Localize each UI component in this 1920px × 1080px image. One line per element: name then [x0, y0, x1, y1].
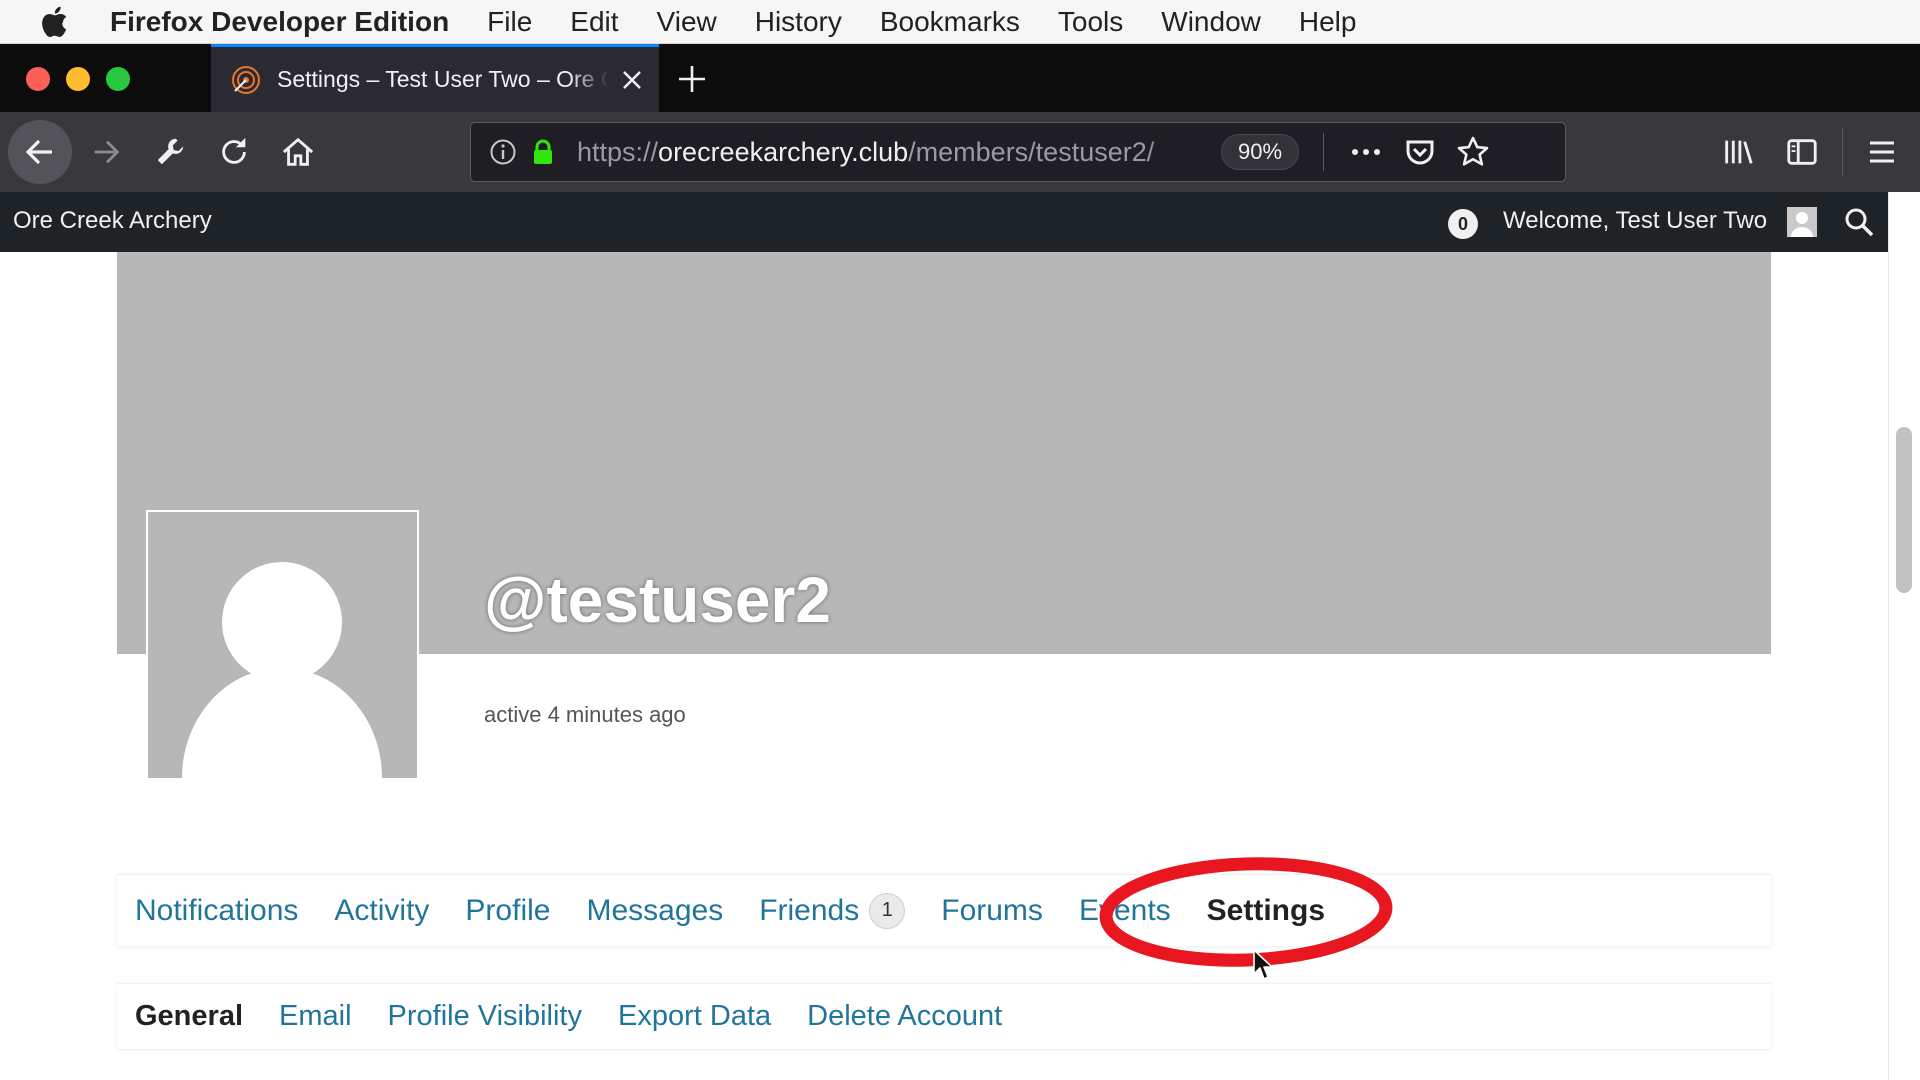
menu-history[interactable]: History	[755, 6, 842, 38]
site-info-icon[interactable]	[489, 138, 517, 166]
menu-view[interactable]: View	[657, 6, 717, 38]
app-name-menu[interactable]: Firefox Developer Edition	[110, 6, 449, 38]
profile-primary-nav: Notifications Activity Profile Messages …	[117, 874, 1771, 946]
page-scrollbar-track[interactable]	[1888, 192, 1920, 1080]
search-icon[interactable]	[1843, 206, 1875, 238]
wrench-icon	[157, 138, 184, 165]
menu-help[interactable]: Help	[1299, 6, 1357, 38]
mouse-pointer-icon	[1253, 949, 1273, 980]
nav-activity[interactable]: Activity	[334, 894, 429, 928]
page-actions-more-icon[interactable]	[1348, 138, 1384, 166]
menu-edit[interactable]: Edit	[570, 6, 618, 38]
menu-bookmarks[interactable]: Bookmarks	[880, 6, 1020, 38]
window-close-button[interactable]	[26, 67, 50, 91]
navigation-toolbar: https://orecreekarchery.club/members/tes…	[0, 112, 1920, 192]
application-menu-button[interactable]	[1862, 132, 1902, 172]
user-silhouette-icon	[1791, 212, 1813, 237]
nav-events[interactable]: Events	[1079, 894, 1171, 928]
sidebar-toggle-button[interactable]	[1782, 132, 1822, 172]
forward-arrow-icon	[94, 140, 120, 164]
default-avatar-silhouette-icon	[182, 562, 382, 778]
nav-friends-label: Friends	[759, 893, 860, 927]
nav-notifications[interactable]: Notifications	[135, 894, 298, 928]
nav-messages[interactable]: Messages	[586, 894, 723, 928]
url-text[interactable]: https://orecreekarchery.club/members/tes…	[577, 137, 1197, 168]
nav-friends[interactable]: Friends 1	[759, 892, 906, 929]
zoom-level-indicator[interactable]: 90%	[1221, 134, 1300, 170]
home-button[interactable]	[278, 132, 318, 172]
subnav-email[interactable]: Email	[279, 1000, 352, 1033]
active-tab[interactable]: Settings – Test User Two – Ore Creek Arc…	[211, 44, 659, 112]
apple-logo-icon[interactable]	[38, 4, 74, 40]
library-icon	[1725, 140, 1753, 164]
back-arrow-icon	[25, 139, 52, 165]
subnav-profile-visibility[interactable]: Profile Visibility	[388, 1000, 582, 1033]
developer-tools-button[interactable]	[150, 132, 190, 172]
nav-settings[interactable]: Settings	[1207, 894, 1325, 928]
nav-forums[interactable]: Forums	[941, 894, 1043, 928]
settings-sub-nav: General Email Profile Visibility Export …	[117, 983, 1771, 1049]
tab-title: Settings – Test User Two – Ore Creek Arc…	[277, 66, 609, 92]
pocket-icon[interactable]	[1404, 136, 1436, 168]
page-scrollbar-thumb[interactable]	[1896, 427, 1912, 593]
new-tab-plus-icon[interactable]	[676, 63, 708, 95]
window-minimize-button[interactable]	[66, 67, 90, 91]
url-host: orecreekarchery.club	[658, 136, 909, 167]
site-name-link[interactable]: Ore Creek Archery	[13, 207, 212, 235]
macos-menu-bar: Firefox Developer Edition File Edit View…	[0, 0, 1920, 44]
profile-username: @testuser2	[484, 564, 831, 636]
archery-target-favicon-icon	[232, 65, 260, 94]
window-zoom-button[interactable]	[106, 67, 130, 91]
sidebar-icon	[1787, 139, 1817, 165]
admin-bar-avatar[interactable]	[1787, 207, 1817, 237]
notification-count-badge[interactable]: 0	[1448, 209, 1478, 239]
back-button[interactable]	[8, 120, 72, 184]
nav-profile[interactable]: Profile	[465, 894, 550, 928]
menu-window[interactable]: Window	[1161, 6, 1261, 38]
home-icon	[282, 137, 314, 166]
forward-button[interactable]	[86, 132, 126, 172]
url-scheme: https://	[577, 136, 659, 167]
hamburger-menu-icon	[1870, 141, 1894, 163]
url-bar[interactable]: https://orecreekarchery.club/members/tes…	[470, 122, 1566, 182]
tab-strip: Settings – Test User Two – Ore Creek Arc…	[0, 44, 1920, 112]
menu-file[interactable]: File	[487, 6, 532, 38]
secure-lock-icon[interactable]	[529, 138, 557, 166]
welcome-user-link[interactable]: Welcome, Test User Two	[1503, 207, 1767, 235]
reload-icon	[222, 137, 246, 164]
profile-avatar[interactable]	[146, 510, 419, 780]
toolbar-separator	[1842, 128, 1843, 176]
url-path: /members/testuser2/	[908, 136, 1155, 167]
subnav-general[interactable]: General	[135, 1000, 243, 1033]
close-tab-icon[interactable]	[619, 67, 645, 93]
last-active-text: active 4 minutes ago	[484, 702, 686, 727]
url-bar-separator	[1323, 133, 1325, 171]
reload-button[interactable]	[214, 132, 254, 172]
subnav-export-data[interactable]: Export Data	[618, 1000, 771, 1033]
subnav-delete-account[interactable]: Delete Account	[807, 1000, 1002, 1033]
friends-count-badge: 1	[869, 892, 906, 929]
site-admin-bar: Ore Creek Archery 0 Welcome, Test User T…	[0, 192, 1888, 252]
bookmark-star-icon[interactable]	[1456, 135, 1490, 169]
library-button[interactable]	[1718, 132, 1758, 172]
menu-tools[interactable]: Tools	[1058, 6, 1123, 38]
